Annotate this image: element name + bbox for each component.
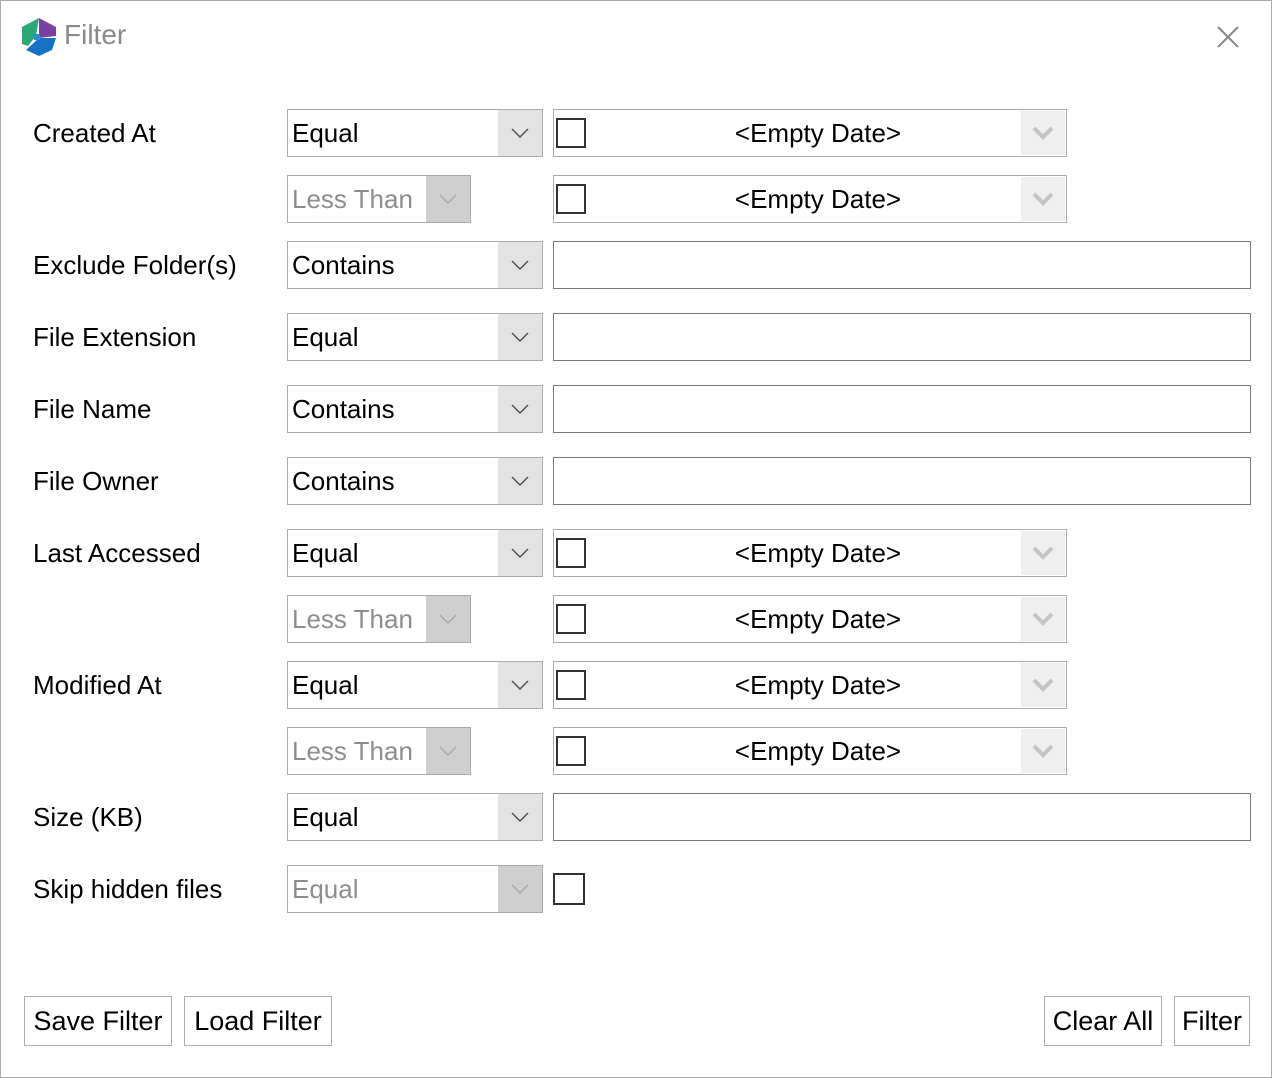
close-icon[interactable] <box>1207 19 1249 55</box>
size-kb-operator-select[interactable]: Equal <box>287 793 543 841</box>
filter-button[interactable]: Filter <box>1174 996 1250 1046</box>
selected-value: Equal <box>292 802 359 832</box>
last-accessed-operator-select[interactable]: Equal <box>287 529 543 577</box>
selected-value: Less Than <box>292 604 413 634</box>
selected-value: Equal <box>292 322 359 352</box>
created-at-label: Created At <box>33 118 156 148</box>
file-extension-operator-select[interactable]: Equal <box>287 313 543 361</box>
exclude-folders-label: Exclude Folder(s) <box>33 250 237 280</box>
chevron-down-icon[interactable] <box>498 458 542 504</box>
date-value: <Empty Date> <box>734 736 902 766</box>
last-accessed-label: Last Accessed <box>33 538 201 568</box>
selected-value: Less Than <box>292 184 413 214</box>
exclude-folders-input[interactable] <box>553 241 1251 289</box>
last-accessed-operator2-select: Less Than <box>287 595 471 643</box>
date-value: <Empty Date> <box>734 604 902 634</box>
chevron-down-icon[interactable] <box>1021 177 1065 221</box>
clear-all-button[interactable]: Clear All <box>1044 996 1162 1046</box>
selected-value: Contains <box>292 394 395 424</box>
chevron-down-icon[interactable] <box>498 242 542 288</box>
chevron-down-icon <box>426 176 470 222</box>
size-kb-input[interactable] <box>553 793 1251 841</box>
chevron-down-icon[interactable] <box>1021 597 1065 641</box>
title-bar: Filter <box>1 1 1271 77</box>
selected-value: Contains <box>292 466 395 496</box>
modified-at-date-to-picker[interactable]: <Empty Date> <box>553 727 1067 775</box>
chevron-down-icon[interactable] <box>498 110 542 156</box>
selected-value: Equal <box>292 118 359 148</box>
modified-at-operator2-select: Less Than <box>287 727 471 775</box>
date-value: <Empty Date> <box>734 670 902 700</box>
size-kb-label: Size (KB) <box>33 802 143 832</box>
file-extension-label: File Extension <box>33 322 197 352</box>
chevron-down-icon[interactable] <box>498 530 542 576</box>
file-owner-label: File Owner <box>33 466 159 496</box>
selected-value: Equal <box>292 538 359 568</box>
selected-value: Equal <box>292 874 359 904</box>
last-accessed-date-to-picker[interactable]: <Empty Date> <box>553 595 1067 643</box>
chevron-down-icon <box>498 866 542 912</box>
created-at-date-from-picker[interactable]: <Empty Date> <box>553 109 1067 157</box>
created-at-operator2-select: Less Than <box>287 175 471 223</box>
created-at-operator-select[interactable]: Equal <box>287 109 543 157</box>
file-owner-operator-select[interactable]: Contains <box>287 457 543 505</box>
file-name-operator-select[interactable]: Contains <box>287 385 543 433</box>
filter-dialog: Filter Created At Equal <Empty Date> Les… <box>0 0 1272 1078</box>
date-value: <Empty Date> <box>734 118 902 148</box>
last-accessed-date-from-picker[interactable]: <Empty Date> <box>553 529 1067 577</box>
exclude-folders-operator-select[interactable]: Contains <box>287 241 543 289</box>
selected-value: Contains <box>292 250 395 280</box>
chevron-down-icon <box>426 596 470 642</box>
chevron-down-icon[interactable] <box>498 314 542 360</box>
file-name-input[interactable] <box>553 385 1251 433</box>
chevron-down-icon[interactable] <box>1021 663 1065 707</box>
date-value: <Empty Date> <box>734 184 902 214</box>
save-filter-button[interactable]: Save Filter <box>24 996 172 1046</box>
modified-at-date-from-picker[interactable]: <Empty Date> <box>553 661 1067 709</box>
modified-at-label: Modified At <box>33 670 162 700</box>
skip-hidden-files-label: Skip hidden files <box>33 874 223 904</box>
chevron-down-icon <box>426 728 470 774</box>
window-title: Filter <box>64 19 127 50</box>
skip-hidden-operator-select: Equal <box>287 865 543 913</box>
skip-hidden-files-checkbox[interactable] <box>553 873 585 905</box>
file-name-label: File Name <box>33 394 152 424</box>
chevron-down-icon[interactable] <box>1021 111 1065 155</box>
load-filter-button[interactable]: Load Filter <box>184 996 332 1046</box>
created-at-date-to-picker[interactable]: <Empty Date> <box>553 175 1067 223</box>
chevron-down-icon[interactable] <box>1021 729 1065 773</box>
chevron-down-icon[interactable] <box>498 386 542 432</box>
selected-value: Equal <box>292 670 359 700</box>
modified-at-operator-select[interactable]: Equal <box>287 661 543 709</box>
chevron-down-icon[interactable] <box>1021 531 1065 575</box>
file-owner-input[interactable] <box>553 457 1251 505</box>
selected-value: Less Than <box>292 736 413 766</box>
chevron-down-icon[interactable] <box>498 794 542 840</box>
chevron-down-icon[interactable] <box>498 662 542 708</box>
cube-logo-icon <box>22 18 56 56</box>
date-value: <Empty Date> <box>734 538 902 568</box>
file-extension-input[interactable] <box>553 313 1251 361</box>
